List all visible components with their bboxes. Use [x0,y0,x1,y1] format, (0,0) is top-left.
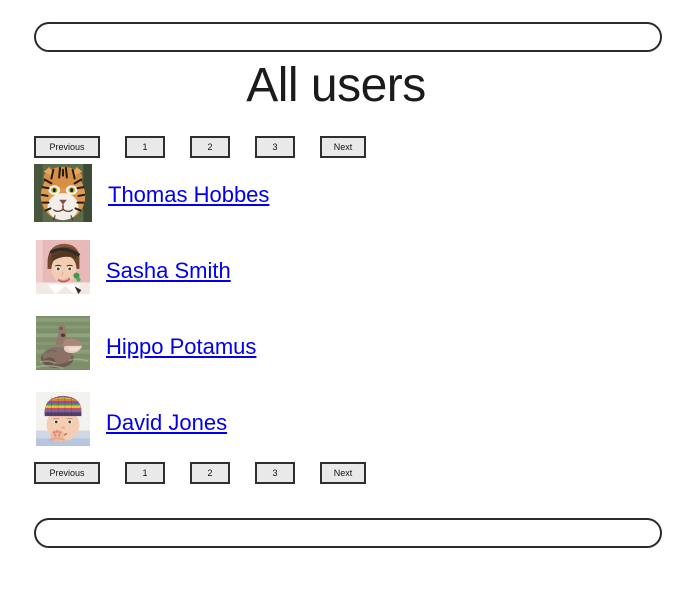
top-rounded-bar[interactable] [34,22,662,52]
hippo-avatar [36,316,90,370]
next-button[interactable]: Next [320,462,366,484]
pagination-bottom: Previous 1 2 3 Next [34,462,366,484]
baby-avatar [36,392,90,446]
page-button-2[interactable]: 2 [190,462,230,484]
user-link[interactable]: Thomas Hobbes [108,182,269,208]
user-link[interactable]: David Jones [106,410,227,436]
woman-portrait-avatar [36,240,90,294]
page-button-3[interactable]: 3 [255,136,295,158]
user-list: Thomas Hobbes Sasha Smith Hippo Potamus … [34,164,534,468]
page-button-1[interactable]: 1 [125,136,165,158]
bottom-rounded-bar[interactable] [34,518,662,548]
list-item[interactable]: Thomas Hobbes [34,164,534,240]
tiger-avatar [34,164,92,222]
list-item[interactable]: Hippo Potamus [34,316,534,392]
pagination-top: Previous 1 2 3 Next [34,136,366,158]
list-item[interactable]: Sasha Smith [34,240,534,316]
page-button-3[interactable]: 3 [255,462,295,484]
user-link[interactable]: Hippo Potamus [106,334,256,360]
previous-button[interactable]: Previous [34,462,100,484]
page-title: All users [246,59,426,112]
list-item[interactable]: David Jones [34,392,534,468]
user-link[interactable]: Sasha Smith [106,258,231,284]
page-button-2[interactable]: 2 [190,136,230,158]
previous-button[interactable]: Previous [34,136,100,158]
page-button-1[interactable]: 1 [125,462,165,484]
next-button[interactable]: Next [320,136,366,158]
